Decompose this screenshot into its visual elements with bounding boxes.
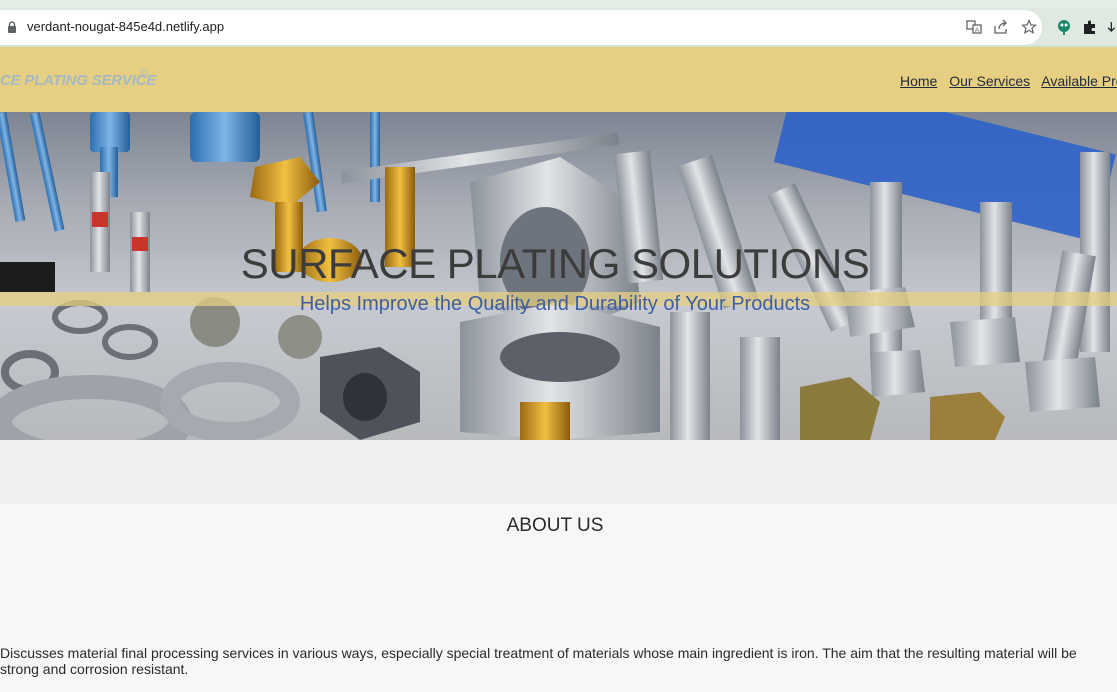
main-nav: Home Our Services Available Proje xyxy=(900,73,1117,89)
about-paragraph: Discusses material final processing serv… xyxy=(0,645,1077,677)
hero-title: SURFACE PLATING SOLUTIONS xyxy=(240,240,870,287)
hero-banner: SURFACE PLATING SOLUTIONS Helps Improve … xyxy=(0,112,1117,440)
svg-text:A: A xyxy=(975,28,979,34)
tab-strip xyxy=(0,0,1117,8)
extensions-puzzle-icon[interactable] xyxy=(1080,17,1100,37)
profile-icon[interactable] xyxy=(1104,17,1117,37)
nav-home-link[interactable]: Home xyxy=(900,73,937,89)
address-bar[interactable]: verdant-nougat-845e4d.netlify.app A xyxy=(0,10,1042,45)
about-heading: ABOUT US xyxy=(506,515,604,536)
extension-shield-icon[interactable] xyxy=(1054,17,1074,37)
url-text[interactable]: verdant-nougat-845e4d.netlify.app xyxy=(27,19,224,34)
hero-subtitle: Helps Improve the Quality and Durability… xyxy=(299,293,811,315)
site-header: CE PLATING SERVICE © Home Our Services A… xyxy=(0,45,1117,112)
copyright-mark: © xyxy=(140,67,149,79)
bookmark-star-icon[interactable] xyxy=(1019,17,1039,37)
translate-icon[interactable]: A xyxy=(964,17,984,37)
browser-toolbar: verdant-nougat-845e4d.netlify.app A xyxy=(0,0,1117,45)
brand-logo-text[interactable]: CE PLATING SERVICE xyxy=(0,72,156,89)
spacer-section xyxy=(0,440,1117,504)
nav-services-link[interactable]: Our Services xyxy=(949,73,1030,89)
share-icon[interactable] xyxy=(991,17,1011,37)
nav-projects-link[interactable]: Available Proje xyxy=(1041,73,1117,89)
lock-icon[interactable] xyxy=(6,21,18,33)
